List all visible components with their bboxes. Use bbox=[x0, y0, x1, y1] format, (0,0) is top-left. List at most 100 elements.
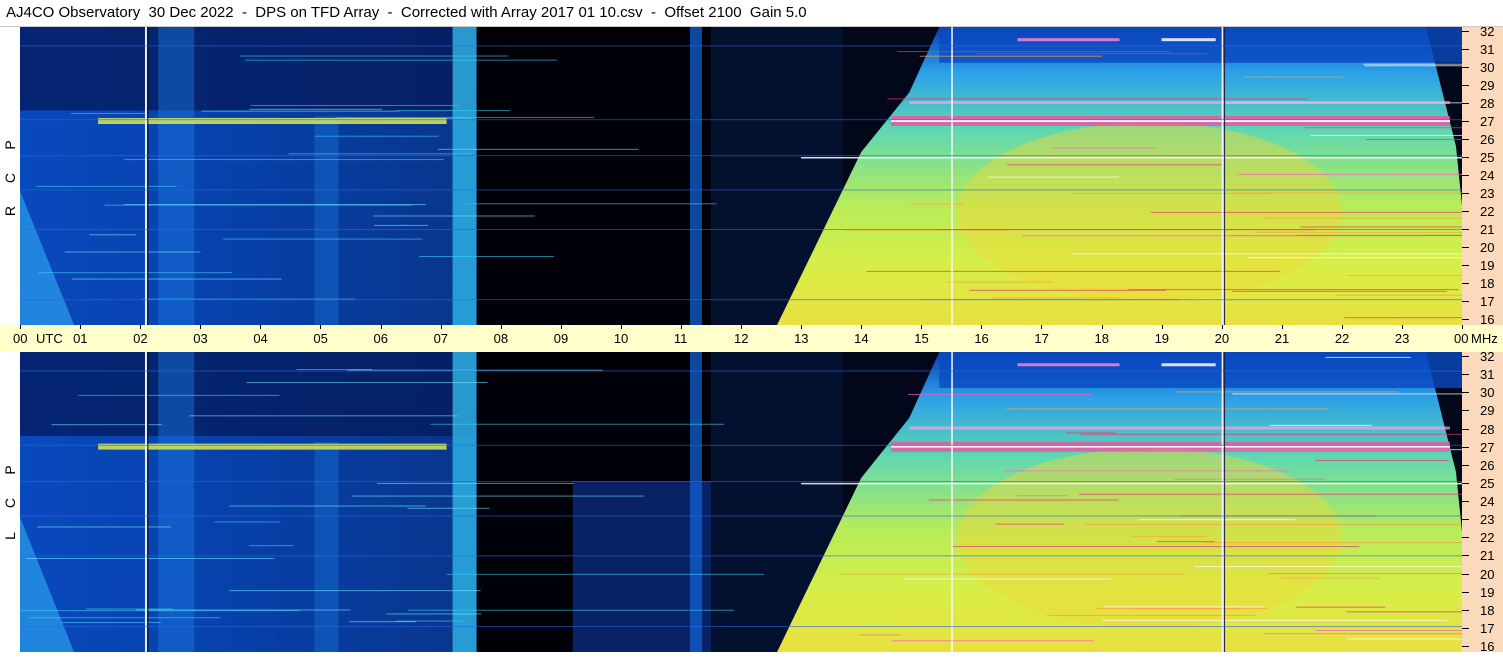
freq-tick bbox=[1462, 428, 1469, 430]
freq-tick bbox=[1462, 482, 1469, 484]
band-25-line bbox=[801, 157, 1462, 159]
time-tick bbox=[200, 325, 202, 329]
rfi-streak bbox=[1296, 606, 1386, 608]
freq-reference-line bbox=[20, 626, 1462, 628]
rfi-streak bbox=[1237, 173, 1462, 175]
freq-tick-label: 31 bbox=[1480, 42, 1495, 57]
freq-tick bbox=[1462, 31, 1469, 32]
rfi-streak bbox=[1315, 629, 1462, 631]
freq-tick-label: 17 bbox=[1480, 294, 1495, 309]
time-tick-label: 16 bbox=[974, 331, 989, 346]
rfi-streak bbox=[249, 108, 383, 110]
streak-07 bbox=[452, 27, 477, 325]
rfi-streak bbox=[1194, 566, 1462, 568]
freq-reference-line bbox=[20, 370, 1462, 372]
freq-tick bbox=[1462, 537, 1469, 539]
rfi-streak bbox=[1071, 192, 1271, 194]
rfi-streak bbox=[1156, 541, 1215, 543]
freq-tick-label: 24 bbox=[1480, 494, 1495, 509]
band-25-line bbox=[801, 482, 1462, 485]
freq-tick bbox=[1462, 157, 1469, 158]
freq-tick-label: 32 bbox=[1480, 24, 1495, 39]
rfi-streak bbox=[1310, 134, 1462, 136]
freq-tick bbox=[1462, 627, 1469, 629]
band-27-night bbox=[98, 443, 447, 450]
freq-tick bbox=[1462, 301, 1469, 302]
rfi-streak bbox=[71, 278, 282, 280]
time-tick-label: 21 bbox=[1274, 331, 1290, 346]
lcp-spectrogram bbox=[20, 352, 1462, 652]
time-tick bbox=[1462, 325, 1463, 329]
time-tick bbox=[80, 325, 82, 329]
rfi-streak bbox=[840, 573, 1186, 575]
rfi-streak bbox=[1304, 127, 1462, 129]
rfi-streak bbox=[351, 495, 644, 497]
time-tick bbox=[1221, 325, 1223, 329]
top-burst bbox=[1017, 38, 1120, 42]
daytime-core bbox=[957, 122, 1342, 302]
freq-tick bbox=[1462, 392, 1469, 394]
rfi-streak bbox=[1325, 356, 1411, 358]
freq-reference-line bbox=[20, 555, 1462, 557]
band-28-day bbox=[909, 101, 1450, 104]
lcp-frequency-axis: 16 17 18 19 20 21 22 23 24 25 26 27 28 29 30 31 32 bbox=[1462, 350, 1503, 653]
freq-tick bbox=[1462, 501, 1469, 502]
pol-letter: L bbox=[2, 532, 18, 540]
rfi-streak bbox=[246, 382, 488, 384]
rfi-streak bbox=[1079, 493, 1462, 495]
rfi-streak bbox=[903, 578, 1112, 580]
rfi-streak bbox=[229, 590, 481, 592]
time-tick bbox=[440, 325, 442, 329]
time-tick bbox=[801, 325, 803, 329]
time-tick-label: 22 bbox=[1334, 331, 1350, 346]
time-tick bbox=[1341, 325, 1343, 329]
time-tick-label: 00 bbox=[1454, 331, 1469, 346]
frequency-axis-unit: MHz bbox=[1471, 331, 1498, 346]
band-27-day-core bbox=[891, 120, 1450, 122]
rfi-streak bbox=[1346, 638, 1462, 640]
rfi-streak bbox=[465, 203, 717, 205]
freq-reference-line bbox=[20, 229, 1462, 230]
time-tick-label: 13 bbox=[794, 331, 809, 346]
rfi-streak bbox=[887, 98, 1307, 100]
top-burst bbox=[1017, 363, 1120, 367]
freq-tick bbox=[1462, 193, 1469, 194]
freq-tick bbox=[1462, 555, 1469, 557]
time-tick bbox=[380, 325, 382, 329]
rfi-streak bbox=[919, 55, 1102, 57]
rfi-streak bbox=[1247, 257, 1462, 259]
rfi-streak bbox=[1128, 289, 1459, 291]
freq-tick bbox=[1462, 646, 1469, 647]
rfi-streak bbox=[38, 272, 233, 274]
rfi-streak bbox=[250, 104, 458, 106]
rfi-streak bbox=[946, 281, 1053, 283]
freq-tick-label: 29 bbox=[1480, 78, 1495, 93]
pol-letter: C bbox=[2, 497, 18, 509]
marker-line-02 bbox=[144, 27, 147, 325]
rfi-streak bbox=[1365, 139, 1462, 141]
rfi-streak bbox=[124, 159, 444, 161]
night-band-top bbox=[20, 352, 477, 436]
time-tick-label: 20 bbox=[1214, 331, 1230, 346]
time-tick-label: 04 bbox=[253, 331, 268, 346]
rfi-streak bbox=[438, 148, 639, 150]
rfi-streak bbox=[908, 393, 1093, 395]
time-tick-label: 10 bbox=[613, 331, 629, 346]
freq-tick bbox=[1462, 211, 1469, 212]
rfi-streak bbox=[1268, 573, 1462, 575]
rfi-streak bbox=[373, 215, 536, 217]
freq-tick bbox=[1462, 573, 1469, 575]
marker-line-20 bbox=[1221, 27, 1224, 325]
rcp-spectrogram bbox=[20, 27, 1462, 325]
rfi-streak bbox=[446, 573, 764, 575]
freq-tick-label: 26 bbox=[1480, 132, 1495, 147]
title-text: AJ4CO Observatory 30 Dec 2022 - DPS on T… bbox=[6, 4, 807, 21]
freq-reference-line bbox=[20, 444, 1462, 446]
rfi-streak bbox=[189, 415, 458, 417]
freq-tick bbox=[1462, 283, 1469, 284]
rfi-streak bbox=[1003, 470, 1289, 472]
freq-tick-label: 25 bbox=[1480, 150, 1495, 165]
freq-tick-label: 20 bbox=[1480, 566, 1495, 582]
time-tick-label: 09 bbox=[553, 331, 569, 346]
rfi-streak bbox=[1335, 294, 1462, 296]
